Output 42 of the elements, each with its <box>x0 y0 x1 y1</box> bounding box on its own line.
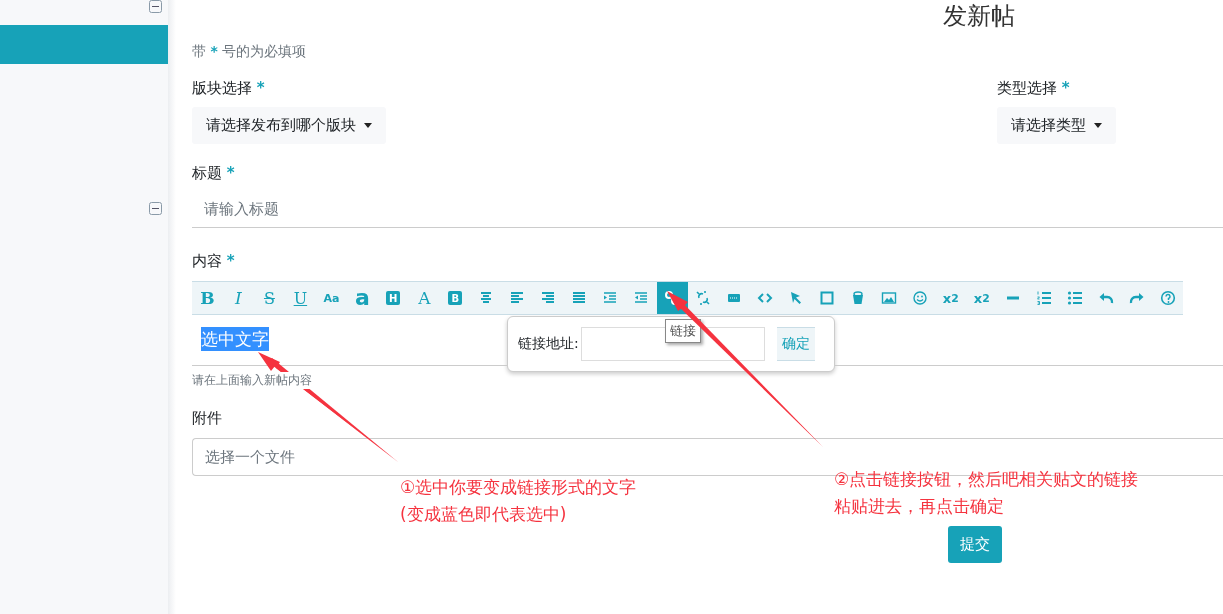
field-label: 内容 * <box>192 252 236 271</box>
square-icon <box>818 290 835 306</box>
confirm-button[interactable]: 确定 <box>776 327 815 361</box>
required-note: 带 * 号的为必填项 <box>192 43 308 61</box>
type-dropdown[interactable]: 请选择类型 <box>997 107 1116 144</box>
toolbar-button[interactable]: U <box>284 282 316 314</box>
field-label: 附件 <box>192 409 223 428</box>
collapse-icon[interactable] <box>149 0 162 13</box>
tooltip: 链接 <box>665 319 701 343</box>
page-title: 发新帖 <box>943 2 1015 30</box>
justify-icon <box>571 290 588 306</box>
link-label: 链接地址: <box>518 335 579 353</box>
align-right-icon <box>540 290 557 306</box>
annotation-text: ①选中你要变成链接形式的文字 (变成蓝色即代表选中) <box>400 476 637 526</box>
field-label: 类型选择 * <box>997 79 1071 98</box>
toolbar-button[interactable]: H <box>377 282 409 314</box>
toolbar-button[interactable]: S <box>253 282 285 314</box>
toolbar-button[interactable]: B <box>439 282 471 314</box>
redo-icon <box>1128 290 1145 306</box>
toolbar-button[interactable]: B <box>192 282 223 314</box>
ordered-list-icon <box>1035 290 1052 306</box>
toolbar-button[interactable]: a <box>346 282 378 314</box>
helper-text: 请在上面输入新帖内容 <box>192 372 312 389</box>
collapse-icon[interactable] <box>149 202 162 215</box>
undo-icon <box>1097 290 1114 306</box>
toolbar-button[interactable]: A <box>408 282 440 314</box>
toolbar-button[interactable]: Aa <box>315 282 347 314</box>
field-label: 版块选择 * <box>192 79 266 98</box>
align-left-icon <box>509 290 526 306</box>
selected-text: 选中文字 <box>201 327 269 351</box>
help-icon <box>1159 290 1176 306</box>
field-label: 标题 * <box>192 164 236 183</box>
board-dropdown[interactable]: 请选择发布到哪个版块 <box>192 107 386 144</box>
unlink-icon <box>695 290 711 306</box>
bullet-list-icon <box>1066 290 1083 306</box>
submit-button[interactable]: 提交 <box>948 526 1002 563</box>
image-icon <box>880 290 897 306</box>
toolbar-button[interactable]: I <box>222 282 254 314</box>
indent-icon <box>602 290 619 306</box>
outdent-icon <box>633 290 650 306</box>
editor-area[interactable]: 选中文字 链接地址: 确定 链接 <box>192 315 1223 366</box>
smiley-icon <box>911 290 928 306</box>
